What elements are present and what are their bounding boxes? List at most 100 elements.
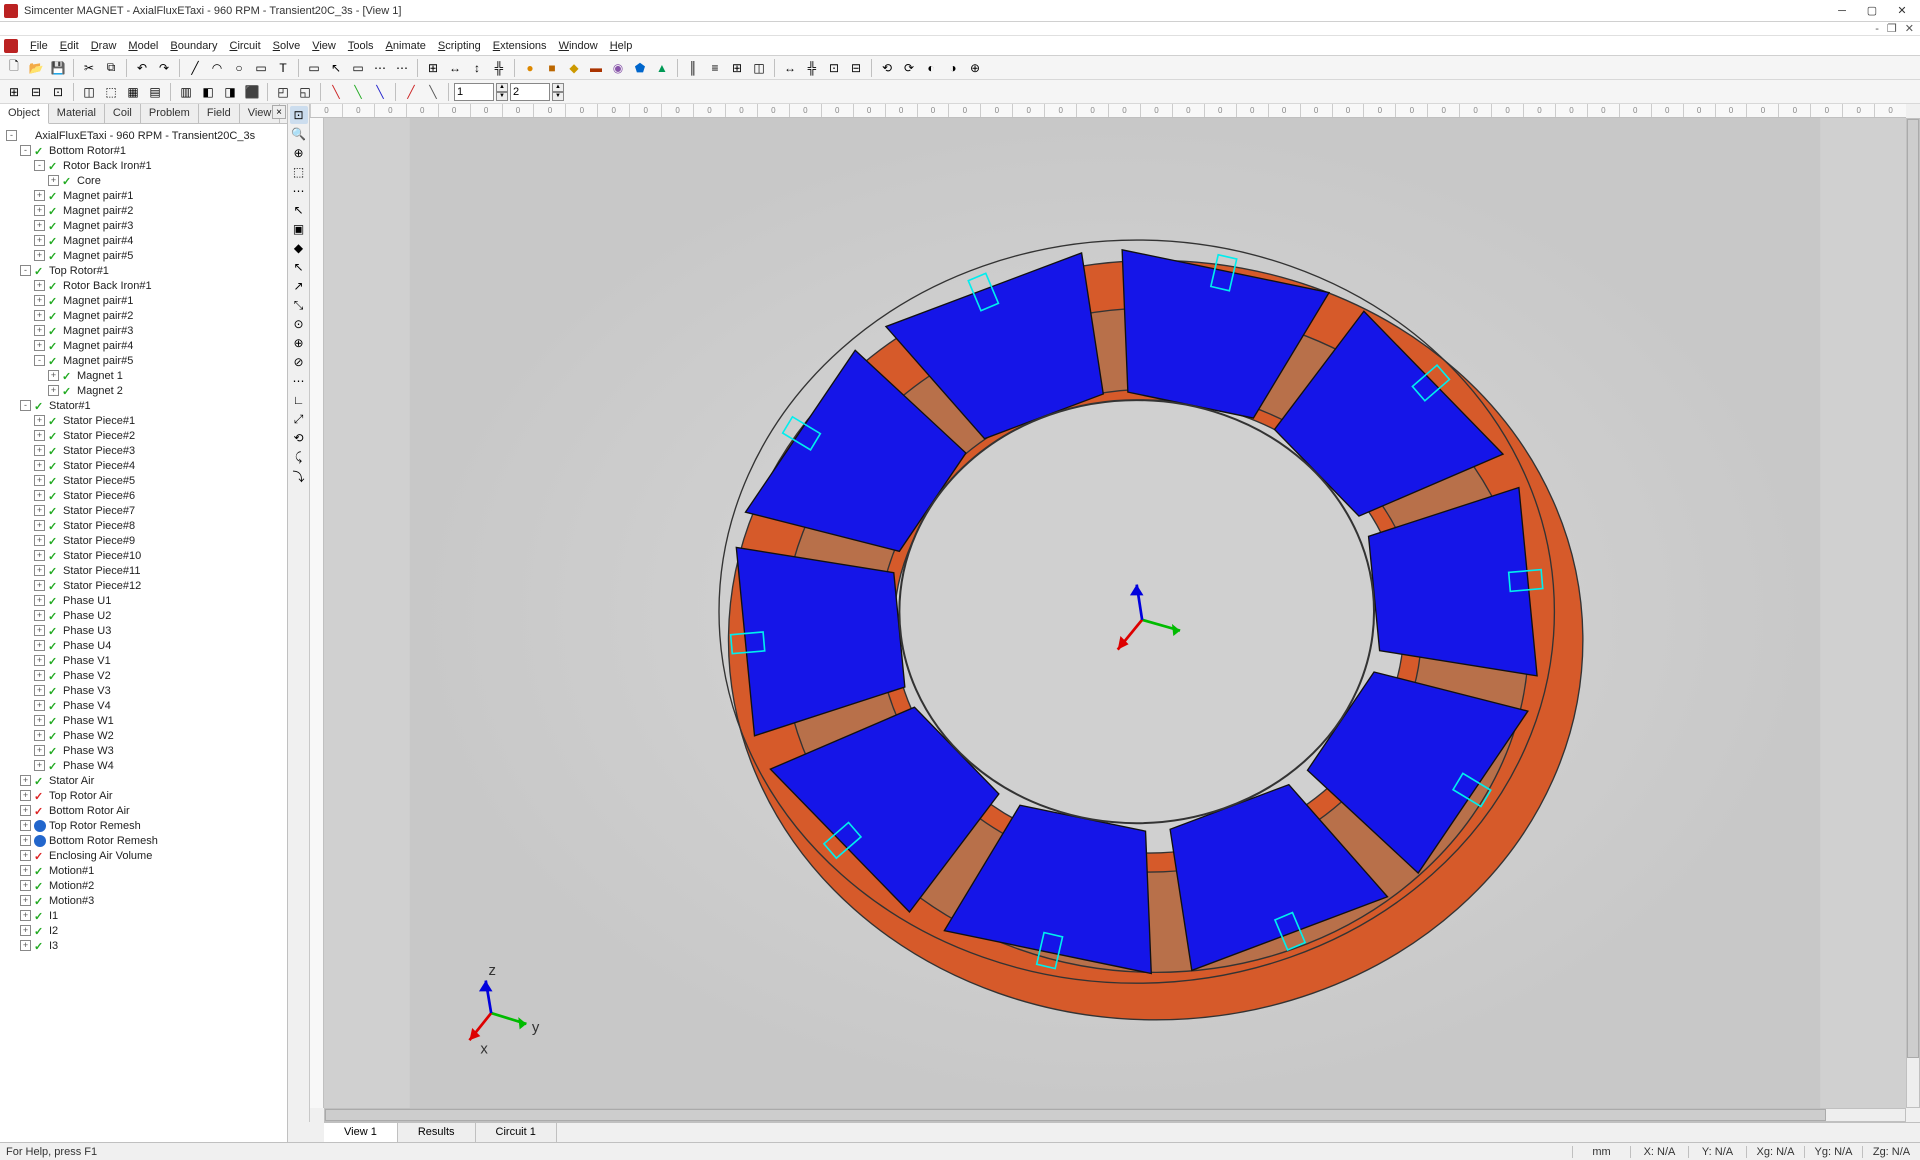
tree-expand-icon[interactable]: + — [34, 745, 45, 756]
rot4-button[interactable]: ◑ — [943, 58, 963, 78]
tree-node[interactable]: +✓Magnet pair#2 — [2, 308, 285, 323]
tree-node[interactable]: +Top Rotor Remesh — [2, 818, 285, 833]
tree-node[interactable]: +✓Phase V1 — [2, 653, 285, 668]
pnl4-button[interactable]: ◫ — [79, 82, 99, 102]
tree-expand-icon[interactable]: + — [34, 415, 45, 426]
panel-tab-material[interactable]: Material — [49, 104, 105, 123]
tree-node[interactable]: +✓Core — [2, 173, 285, 188]
tree-expand-icon[interactable]: + — [34, 235, 45, 246]
grid3-button[interactable]: ⊞ — [727, 58, 747, 78]
op3-button[interactable]: ↕ — [467, 58, 487, 78]
tree-node[interactable]: +✓Phase U2 — [2, 608, 285, 623]
minimize-button[interactable]: ─ — [1828, 2, 1856, 20]
tree-node[interactable]: +✓Magnet pair#1 — [2, 188, 285, 203]
vw16-button[interactable]: ∟ — [290, 391, 308, 409]
sphere-button[interactable]: ● — [520, 58, 540, 78]
pnl9-button[interactable]: ◧ — [198, 82, 218, 102]
tree-node[interactable]: +✓Bottom Rotor Air — [2, 803, 285, 818]
tree-expand-icon[interactable]: + — [20, 940, 31, 951]
tree-expand-icon[interactable]: + — [20, 880, 31, 891]
tree-node[interactable]: +✓Magnet pair#5 — [2, 248, 285, 263]
maximize-button[interactable]: ▢ — [1858, 2, 1886, 20]
tree-expand-icon[interactable]: + — [34, 700, 45, 711]
tree-expand-icon[interactable]: + — [34, 310, 45, 321]
op4-button[interactable]: ╬ — [489, 58, 509, 78]
vw7-button[interactable]: ▣ — [290, 220, 308, 238]
axis4-button[interactable]: ╱ — [401, 82, 421, 102]
tree-expand-icon[interactable]: + — [48, 370, 59, 381]
mdi-minimize-button[interactable]: - — [1875, 23, 1879, 35]
tree-expand-icon[interactable]: + — [34, 625, 45, 636]
rect-tool-button[interactable]: ▭ — [251, 58, 271, 78]
vw13-button[interactable]: ⊕ — [290, 334, 308, 352]
vw5-button[interactable]: ⋯ — [290, 182, 308, 200]
tree-node[interactable]: +✓Stator Piece#12 — [2, 578, 285, 593]
tree-expand-icon[interactable]: - — [20, 145, 31, 156]
vw4-button[interactable]: ⬚ — [290, 163, 308, 181]
value2-spinner[interactable]: ▲▼ — [552, 83, 564, 101]
dim1-button[interactable]: ↔ — [780, 58, 800, 78]
tree-expand-icon[interactable]: + — [20, 850, 31, 861]
menu-model[interactable]: Model — [122, 38, 164, 54]
viewport-canvas[interactable]: y x z — [324, 118, 1906, 1108]
tree-expand-icon[interactable]: + — [34, 655, 45, 666]
tree-node[interactable]: +✓Stator Piece#8 — [2, 518, 285, 533]
tree-expand-icon[interactable]: - — [34, 355, 45, 366]
tree-expand-icon[interactable]: + — [20, 790, 31, 801]
tree-node[interactable]: +✓I2 — [2, 923, 285, 938]
tree-node[interactable]: +✓Stator Piece#4 — [2, 458, 285, 473]
tree-expand-icon[interactable]: + — [20, 925, 31, 936]
model-tree[interactable]: -AxialFluxETaxi - 960 RPM - Transient20C… — [0, 124, 287, 1142]
menu-boundary[interactable]: Boundary — [164, 38, 223, 54]
vw-pointer-button[interactable]: ↖ — [290, 201, 308, 219]
value2-input[interactable] — [510, 83, 550, 101]
tree-expand-icon[interactable]: + — [34, 760, 45, 771]
tree-node[interactable]: +✓Top Rotor Air — [2, 788, 285, 803]
tree-node[interactable]: +✓Stator Piece#3 — [2, 443, 285, 458]
tree-expand-icon[interactable]: - — [34, 160, 45, 171]
tree-node[interactable]: +✓Phase U3 — [2, 623, 285, 638]
btab-circuit-1[interactable]: Circuit 1 — [476, 1123, 557, 1142]
panel-tab-field[interactable]: Field — [199, 104, 240, 123]
sel-misc-button[interactable]: ⋯ — [370, 58, 390, 78]
vw10-button[interactable]: ↗ — [290, 277, 308, 295]
dim3-button[interactable]: ⊡ — [824, 58, 844, 78]
mdi-restore-button[interactable]: ❐ — [1887, 22, 1897, 35]
tree-node[interactable]: +✓Stator Piece#10 — [2, 548, 285, 563]
tree-expand-icon[interactable]: + — [34, 190, 45, 201]
rot2-button[interactable]: ⟳ — [899, 58, 919, 78]
tree-expand-icon[interactable]: + — [34, 445, 45, 456]
tree-expand-icon[interactable]: + — [34, 730, 45, 741]
redo-button[interactable]: ↷ — [154, 58, 174, 78]
tree-expand-icon[interactable]: + — [34, 595, 45, 606]
rot5-button[interactable]: ⊕ — [965, 58, 985, 78]
tree-expand-icon[interactable]: + — [34, 565, 45, 576]
op1-button[interactable]: ⊞ — [423, 58, 443, 78]
pnl1-button[interactable]: ⊞ — [4, 82, 24, 102]
tree-node[interactable]: +✓Phase V4 — [2, 698, 285, 713]
tree-node[interactable]: +✓Stator Piece#1 — [2, 413, 285, 428]
panel-close-button[interactable]: × — [272, 105, 286, 119]
pnl3-button[interactable]: ⊡ — [48, 82, 68, 102]
tree-expand-icon[interactable]: + — [34, 670, 45, 681]
tree-expand-icon[interactable]: + — [20, 910, 31, 921]
tree-node[interactable]: +✓Motion#1 — [2, 863, 285, 878]
tree-node[interactable]: +✓Enclosing Air Volume — [2, 848, 285, 863]
undo-button[interactable]: ↶ — [132, 58, 152, 78]
tree-node[interactable]: +✓Stator Piece#9 — [2, 533, 285, 548]
line-tool-button[interactable]: ╱ — [185, 58, 205, 78]
menu-scripting[interactable]: Scripting — [432, 38, 487, 54]
pnl12-button[interactable]: ◰ — [273, 82, 293, 102]
tree-node[interactable]: +✓Stator Piece#2 — [2, 428, 285, 443]
tree-expand-icon[interactable]: + — [34, 535, 45, 546]
vw15-button[interactable]: ⋯ — [290, 372, 308, 390]
tree-node[interactable]: +✓Phase W2 — [2, 728, 285, 743]
tree-expand-icon[interactable]: + — [20, 865, 31, 876]
vw9-button[interactable]: ↖ — [290, 258, 308, 276]
vw1-button[interactable]: ⊡ — [290, 106, 308, 124]
tree-expand-icon[interactable]: + — [34, 295, 45, 306]
tree-node[interactable]: +✓Phase U4 — [2, 638, 285, 653]
brick-button[interactable]: ▬ — [586, 58, 606, 78]
tree-expand-icon[interactable]: + — [20, 820, 31, 831]
menu-extensions[interactable]: Extensions — [487, 38, 553, 54]
